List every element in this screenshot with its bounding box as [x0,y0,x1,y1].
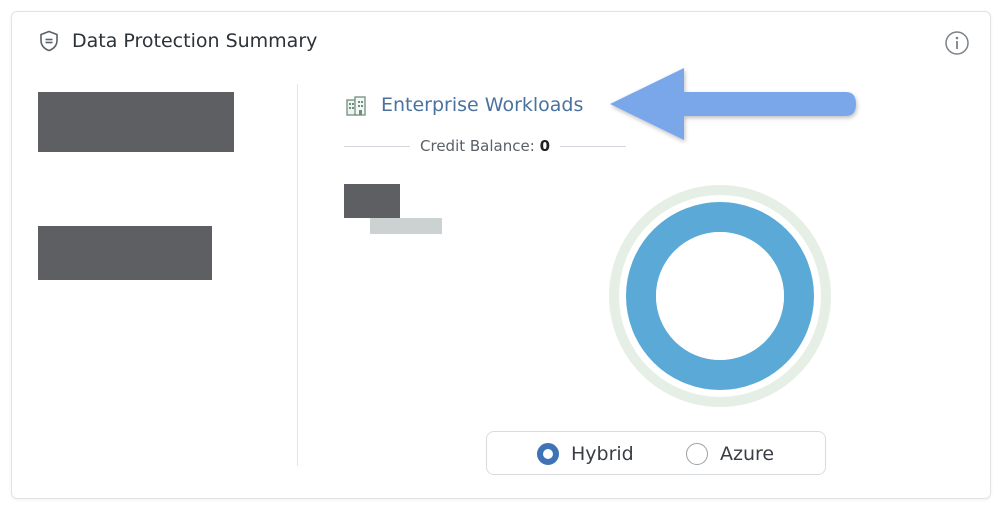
redacted-block-primary [38,92,234,152]
radio-azure[interactable]: Azure [686,443,774,465]
credit-divider-right [560,145,627,147]
radio-hybrid[interactable]: Hybrid [537,443,634,465]
credit-balance-value: 0 [539,137,550,155]
credit-divider-left [344,145,411,147]
building-icon [346,96,366,116]
redacted-stat-label [370,218,442,234]
redacted-block-secondary [38,226,212,280]
radio-hybrid-label: Hybrid [571,443,634,465]
redacted-stat-value [344,184,400,218]
credit-balance: Credit Balance: 0 [344,134,627,158]
radio-hybrid-indicator[interactable] [537,443,559,465]
radio-azure-label: Azure [720,443,775,465]
enterprise-workloads-link[interactable]: Enterprise Workloads [381,92,583,118]
workload-donut-chart [609,185,831,407]
info-icon[interactable] [944,30,970,56]
credit-balance-label: Credit Balance: [420,137,535,155]
page-title: Data Protection Summary [72,30,318,52]
shield-icon [40,30,58,52]
donut-hole [656,232,784,360]
radio-azure-indicator[interactable] [686,443,708,465]
callout-arrow [610,68,856,140]
column-divider [297,84,298,466]
deployment-toggle: Hybrid Azure [486,431,826,475]
